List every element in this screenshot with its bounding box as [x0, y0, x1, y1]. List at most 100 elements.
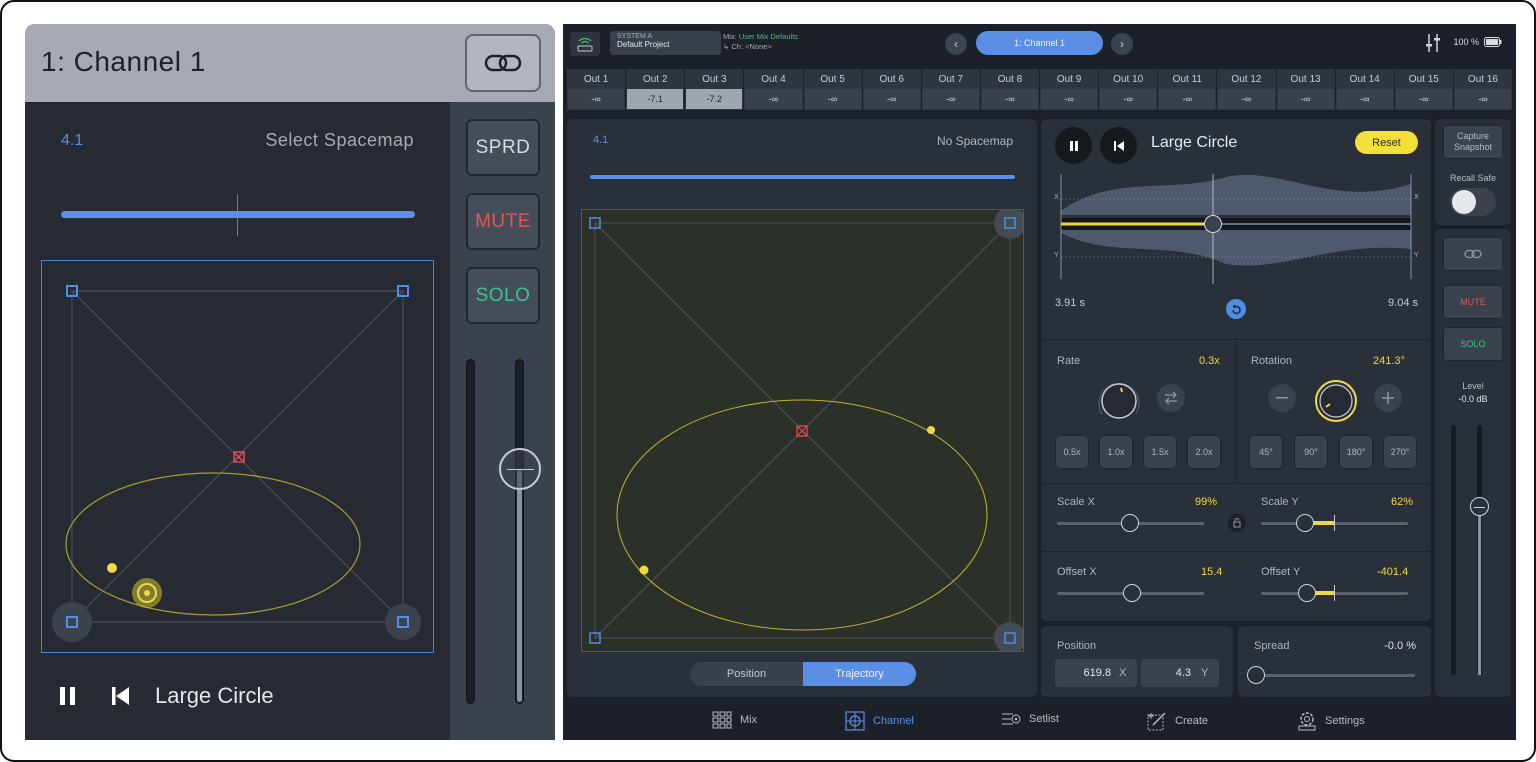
prev-channel-button[interactable]: ‹: [945, 33, 967, 55]
select-spacemap-button[interactable]: Select Spacemap: [265, 130, 414, 151]
offset-y-thumb[interactable]: [1298, 584, 1316, 602]
spread-button[interactable]: SPRD: [466, 119, 540, 176]
segment-position[interactable]: Position: [690, 662, 803, 686]
scale-y-thumb[interactable]: [1296, 514, 1314, 532]
level-fader-thumb[interactable]: [499, 448, 541, 490]
rotation-preset-button[interactable]: 90°: [1294, 435, 1328, 469]
rotation-decrease-button[interactable]: [1268, 384, 1296, 412]
level-fader-track[interactable]: [1477, 425, 1482, 675]
rate-preset-button[interactable]: 2.0x: [1187, 435, 1221, 469]
link-icon: [1464, 249, 1482, 259]
output-meters: Out 1 -∞ Out 2 -7.1 Out 3 -7.2 Out 4 -∞ Out …: [567, 69, 1512, 110]
output-cell[interactable]: Out 16 -∞: [1453, 69, 1512, 110]
tab-settings[interactable]: Settings: [1297, 711, 1365, 731]
pad-mode-toggle: Position Trajectory: [690, 662, 916, 686]
spread-slider[interactable]: [1255, 674, 1415, 677]
rate-preset-button[interactable]: 1.5x: [1143, 435, 1177, 469]
output-cell[interactable]: Out 4 -∞: [744, 69, 803, 110]
pause-icon[interactable]: [57, 685, 79, 707]
rotation-increase-button[interactable]: [1374, 384, 1402, 412]
output-cell[interactable]: Out 8 -∞: [980, 69, 1039, 110]
level-fader-thumb[interactable]: [1470, 497, 1489, 516]
output-cell[interactable]: Out 14 -∞: [1335, 69, 1394, 110]
skip-back-icon[interactable]: [109, 685, 131, 707]
output-cell[interactable]: Out 2 -7.1: [626, 69, 685, 110]
system-icon[interactable]: [570, 32, 600, 56]
output-cell[interactable]: Out 10 -∞: [1099, 69, 1158, 110]
spread-bar[interactable]: [61, 211, 415, 218]
output-cell[interactable]: Out 1 -∞: [567, 69, 626, 110]
next-channel-button[interactable]: ›: [1111, 33, 1133, 55]
tab-create[interactable]: Create: [1147, 711, 1208, 731]
tab-create-label: Create: [1175, 715, 1209, 727]
rotation-knob[interactable]: [1311, 374, 1361, 424]
panner-graphics: [589, 210, 1023, 651]
restart-button[interactable]: [1100, 127, 1137, 164]
spread-value: -0.0 %: [1384, 640, 1416, 652]
output-cell[interactable]: Out 7 -∞: [921, 69, 980, 110]
rotation-preset-button[interactable]: 270°: [1383, 435, 1417, 469]
settings-gear-icon: [1298, 712, 1316, 731]
scale-y-value: 62%: [1391, 496, 1414, 508]
tab-mix[interactable]: Mix: [712, 711, 757, 729]
output-value: -∞: [1218, 89, 1275, 109]
tab-setlist[interactable]: Setlist: [1001, 711, 1059, 727]
reverse-button[interactable]: [1157, 384, 1185, 412]
mute-button[interactable]: MUTE: [1443, 285, 1503, 319]
output-cell[interactable]: Out 5 -∞: [803, 69, 862, 110]
solo-button[interactable]: SOLO: [466, 267, 540, 324]
output-cell[interactable]: Out 9 -∞: [1040, 69, 1099, 110]
system-selector[interactable]: SYSTEM A Default Project: [610, 31, 721, 55]
solo-button[interactable]: SOLO: [1443, 327, 1503, 361]
rate-preset-button[interactable]: 1.0x: [1099, 435, 1133, 469]
position-x-field[interactable]: 619.8 X: [1055, 659, 1137, 687]
output-cell[interactable]: Out 6 -∞: [862, 69, 921, 110]
mixer-icon[interactable]: [1425, 33, 1441, 53]
loop-button[interactable]: [1226, 299, 1246, 319]
output-name: Out 3: [702, 73, 727, 85]
rotation-preset-button[interactable]: 180°: [1339, 435, 1373, 469]
scale-x-label: Scale X: [1057, 496, 1095, 508]
battery-status: 100 %: [1453, 37, 1502, 47]
link-button[interactable]: [1443, 237, 1503, 271]
output-value: -∞: [922, 89, 979, 109]
spread-thumb[interactable]: [1247, 666, 1265, 684]
output-cell[interactable]: Out 13 -∞: [1276, 69, 1335, 110]
panner-pad[interactable]: [41, 260, 434, 653]
position-y-field[interactable]: 4.3 Y: [1141, 659, 1219, 687]
mix-info[interactable]: Mix: User Mix Defaults ↳ Ch: <None>: [723, 32, 798, 51]
offset-y-fill: [1315, 591, 1335, 595]
tab-channel[interactable]: Channel: [845, 711, 914, 731]
reset-button[interactable]: Reset: [1355, 131, 1418, 154]
output-cell[interactable]: Out 12 -∞: [1217, 69, 1276, 110]
rate-preset-button[interactable]: 0.5x: [1055, 435, 1089, 469]
spread-bar[interactable]: [590, 175, 1015, 179]
spacemap-selector[interactable]: No Spacemap: [937, 134, 1013, 148]
scale-x-thumb[interactable]: [1121, 514, 1139, 532]
rate-knob[interactable]: [1094, 374, 1144, 424]
panner-pad[interactable]: [581, 209, 1024, 652]
recall-safe-toggle[interactable]: [1450, 188, 1496, 216]
output-cell[interactable]: Out 11 -∞: [1158, 69, 1217, 110]
trajectory-waveform[interactable]: X X Y Y: [1051, 169, 1421, 284]
waveform-graphics: [1060, 174, 1412, 284]
output-cell[interactable]: Out 3 -7.2: [685, 69, 744, 110]
scale-lock-button[interactable]: [1228, 514, 1246, 532]
pause-button[interactable]: [1055, 127, 1092, 164]
system-label: SYSTEM A: [617, 33, 653, 40]
segment-trajectory[interactable]: Trajectory: [803, 662, 916, 686]
spread-panel: Spread -0.0 %: [1238, 626, 1431, 697]
capture-snapshot-button[interactable]: Capture Snapshot: [1443, 125, 1503, 159]
panner-graphics: [52, 285, 421, 642]
ch-line: Ch: <None>: [731, 42, 772, 51]
return-arrow-icon: ↳: [723, 42, 730, 51]
level-fader-fill: [1478, 503, 1481, 675]
rotation-preset-button[interactable]: 45°: [1249, 435, 1283, 469]
link-button[interactable]: [465, 34, 541, 92]
output-cell[interactable]: Out 15 -∞: [1394, 69, 1453, 110]
level-fader-track[interactable]: [515, 359, 524, 704]
channel-selector[interactable]: 1: Channel 1: [976, 31, 1103, 55]
offset-x-thumb[interactable]: [1123, 584, 1141, 602]
mute-button[interactable]: MUTE: [466, 193, 540, 250]
tab-bar: Mix Channel Setlist Create Settings: [563, 702, 1516, 740]
